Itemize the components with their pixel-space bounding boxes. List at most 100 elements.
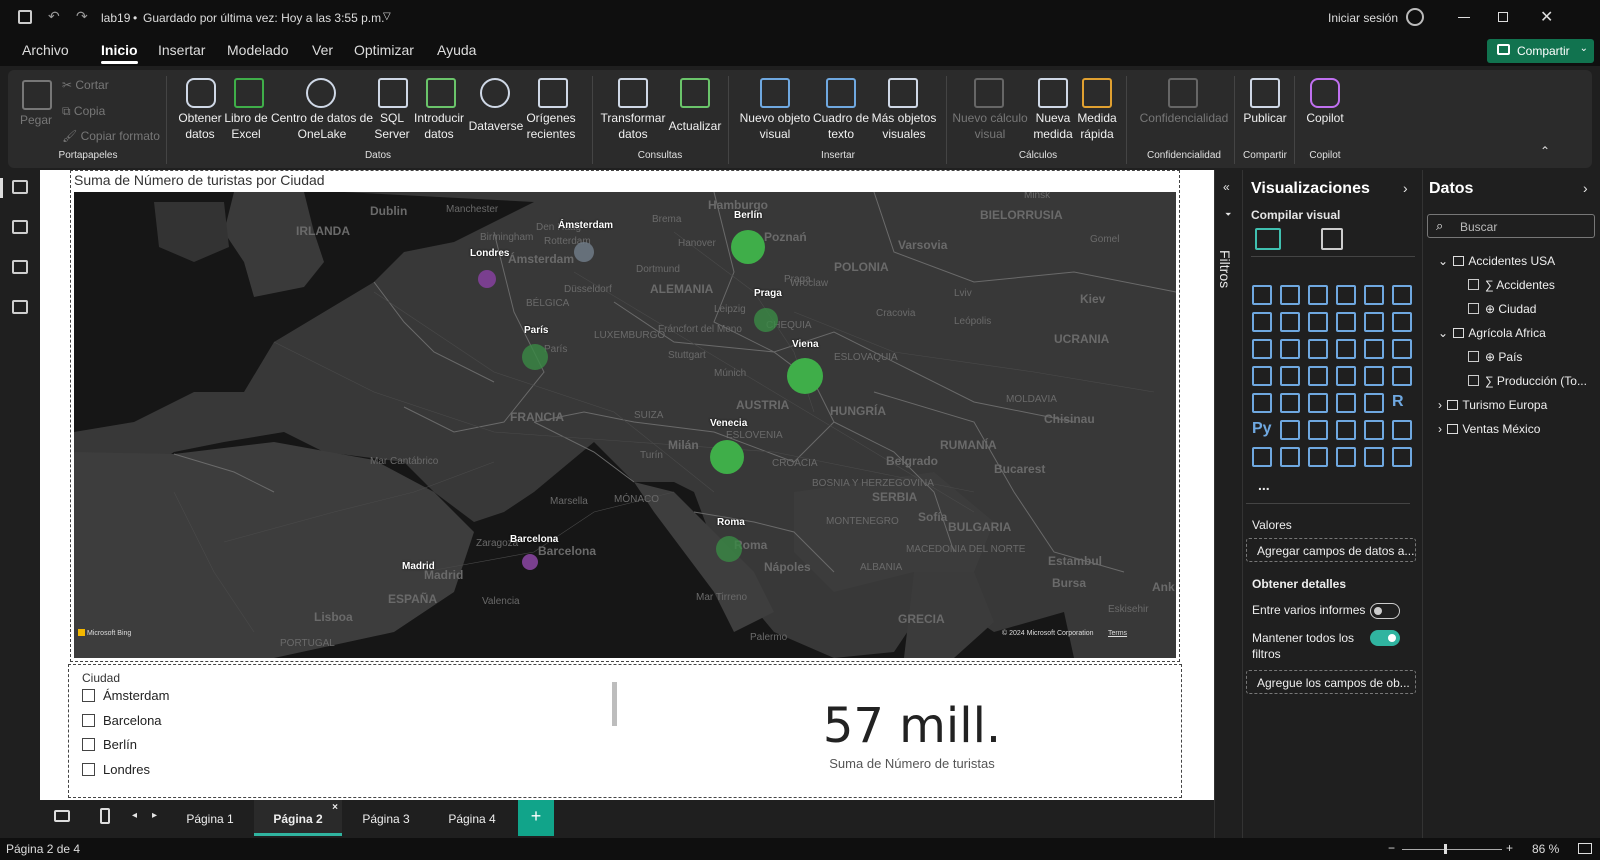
report-view-icon[interactable] (12, 180, 28, 194)
values-drop-zone[interactable]: Agregar campos de datos a... (1246, 538, 1416, 562)
line-chart-icon[interactable] (1252, 312, 1272, 332)
ribbon-chart-icon[interactable] (1336, 312, 1356, 332)
bubble-paris[interactable] (522, 344, 548, 370)
page-tab[interactable]: Página 1 (168, 800, 252, 836)
zoom-out-button[interactable]: − (1388, 841, 1395, 855)
table-view-icon[interactable] (12, 220, 28, 234)
bubble-viena[interactable] (787, 358, 823, 394)
azure-map-icon[interactable] (1336, 366, 1356, 386)
bubble-praga[interactable] (754, 308, 778, 332)
close-tab-icon[interactable]: × (332, 802, 338, 813)
field-node[interactable]: ∑ Accidentes (1468, 278, 1555, 292)
menu-ver[interactable]: Ver (312, 42, 333, 58)
card-icon[interactable] (1392, 366, 1412, 386)
new-measure-button[interactable]: Nueva medida (1028, 110, 1078, 142)
zoom-thumb[interactable] (1444, 844, 1447, 854)
sql-server-button[interactable]: SQL Server (372, 110, 412, 142)
keep-filters-toggle[interactable] (1370, 630, 1400, 646)
expand-icon[interactable]: ⌄ (1438, 254, 1448, 268)
checkbox[interactable] (82, 763, 95, 776)
menu-ayuda[interactable]: Ayuda (437, 42, 476, 58)
next-page-icon[interactable]: ▸ (152, 810, 157, 821)
transform-data-button[interactable]: Transformar datos (600, 110, 666, 142)
zoom-in-button[interactable]: + (1506, 841, 1513, 855)
checkbox[interactable] (82, 714, 95, 727)
format-painter-button[interactable]: 🖌 Copiar formato (62, 128, 160, 144)
maximize-icon[interactable] (1498, 12, 1508, 22)
gauge-icon[interactable] (1364, 366, 1384, 386)
table-node[interactable]: › Ventas México (1438, 422, 1540, 436)
checkbox[interactable] (1468, 375, 1479, 386)
sensitivity-button[interactable]: Confidencialidad (1132, 110, 1236, 126)
treemap-icon[interactable] (1252, 366, 1272, 386)
dataverse-button[interactable]: Dataverse (466, 118, 526, 134)
arcgis-icon[interactable] (1336, 447, 1356, 467)
expand-icon[interactable]: ⌄ (1438, 326, 1448, 340)
line-clustered-icon[interactable] (1280, 339, 1300, 359)
checkbox[interactable] (82, 738, 95, 751)
copy-button[interactable]: ⧉ Copia (62, 103, 105, 119)
slicer-icon[interactable] (1308, 393, 1328, 413)
table-node[interactable]: ⌄ Accidentes USA (1438, 254, 1555, 268)
clustered-bar-icon[interactable] (1308, 285, 1328, 305)
prev-page-icon[interactable]: ◂ (132, 810, 137, 821)
enter-data-button[interactable]: Introducir datos (410, 110, 468, 142)
checkbox[interactable] (82, 689, 95, 702)
page-tab[interactable]: Página 4 (430, 800, 514, 836)
more-chevron-icon[interactable] (1392, 447, 1412, 467)
more-visuals-button[interactable]: Más objetos visuales (870, 110, 938, 142)
stacked-area-icon[interactable] (1308, 312, 1328, 332)
add-page-button[interactable]: + (518, 800, 554, 836)
close-icon[interactable]: ✕ (1540, 7, 1553, 27)
table-node[interactable]: › Turismo Europa (1438, 398, 1547, 412)
funnel-icon[interactable] (1308, 339, 1328, 359)
new-visual-button[interactable]: Nuevo objeto visual (738, 110, 812, 142)
copilot-button[interactable]: Copilot (1296, 110, 1354, 126)
quick-measure-button[interactable]: Medida rápida (1072, 110, 1122, 142)
page-tab-active[interactable]: Página 2 × (254, 800, 342, 836)
scatter-icon[interactable] (1336, 339, 1356, 359)
more-visuals-dots[interactable]: ... (1258, 477, 1270, 493)
menu-modelado[interactable]: Modelado (227, 42, 289, 58)
expand-icon[interactable]: › (1438, 398, 1442, 412)
collapse-data-icon[interactable]: › (1583, 180, 1588, 196)
stacked-bar-icon[interactable] (1252, 285, 1272, 305)
donut-icon[interactable] (1392, 339, 1412, 359)
build-visual-icon[interactable] (1255, 228, 1281, 250)
collapse-viz-icon[interactable]: › (1403, 180, 1408, 196)
search-input[interactable]: ⌕ Buscar (1427, 214, 1595, 238)
refresh-button[interactable]: Actualizar (664, 118, 726, 134)
qa-icon[interactable] (1336, 420, 1356, 440)
menu-archivo[interactable]: Archivo (22, 42, 69, 58)
table-icon[interactable] (1336, 393, 1356, 413)
redo-icon[interactable]: ↷ (76, 8, 88, 25)
decomposition-tree-icon[interactable] (1308, 420, 1328, 440)
power-automate-icon[interactable] (1308, 447, 1328, 467)
collapse-ribbon-icon[interactable]: ⌃ (1540, 144, 1550, 158)
desktop-layout-icon[interactable] (54, 810, 70, 822)
map-terms-link[interactable]: Terms (1108, 630, 1127, 637)
100-bar-icon[interactable] (1364, 285, 1384, 305)
python-visual-icon[interactable]: Py (1252, 420, 1272, 440)
stacked-column-icon[interactable] (1280, 285, 1300, 305)
map[interactable]: Dublin IRLANDA Manchester Birmingham Ham… (74, 192, 1176, 658)
waterfall-icon[interactable] (1364, 312, 1384, 332)
paste-button[interactable]: Pegar (16, 112, 56, 128)
table-node[interactable]: ⌄ Agrícola Africa (1438, 326, 1546, 340)
goals-icon[interactable] (1392, 420, 1412, 440)
undo-icon[interactable]: ↶ (48, 8, 60, 25)
area-chart-icon[interactable] (1280, 312, 1300, 332)
r-visual-icon[interactable]: R (1392, 393, 1412, 413)
signin-link[interactable]: Iniciar sesión (1328, 11, 1398, 25)
multirow-card-icon[interactable] (1252, 393, 1272, 413)
100-column-icon[interactable] (1392, 285, 1412, 305)
publish-button[interactable]: Publicar (1234, 110, 1296, 126)
mobile-layout-icon[interactable] (100, 808, 110, 824)
slicer-item[interactable]: Berlín (82, 737, 137, 752)
power-apps-icon[interactable] (1280, 447, 1300, 467)
field-node[interactable]: ⊕ Ciudad (1468, 302, 1536, 316)
clustered-column-icon[interactable] (1336, 285, 1356, 305)
chevron-down-icon[interactable]: ▽ (383, 11, 391, 22)
get-data-button[interactable]: Obtener datos (174, 110, 226, 142)
share-button[interactable]: Compartir ⌄ (1487, 39, 1594, 63)
